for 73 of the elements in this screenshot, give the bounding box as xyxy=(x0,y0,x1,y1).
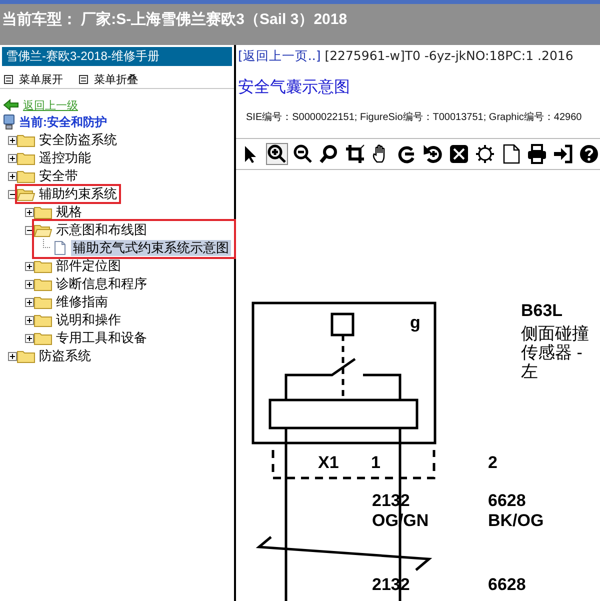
component-code: B63L xyxy=(521,301,563,320)
search-icon[interactable] xyxy=(318,143,340,165)
component-name: 左 xyxy=(521,362,538,381)
tree-item[interactable]: 维修指南 xyxy=(54,294,110,310)
expand-icon[interactable] xyxy=(8,172,17,180)
print-icon[interactable] xyxy=(526,143,548,165)
folder-icon xyxy=(34,205,52,219)
list-icon xyxy=(4,74,13,84)
pin-label: g xyxy=(410,313,420,332)
computer-icon xyxy=(3,114,15,130)
component-name: 传感器 - xyxy=(521,343,582,362)
tree-item[interactable]: 诊断信息和程序 xyxy=(54,276,149,292)
tree-item[interactable]: 说明和操作 xyxy=(54,312,123,328)
pin-number: 1 xyxy=(371,453,380,472)
tree-item[interactable]: 安全防盗系统 xyxy=(37,132,119,148)
expand-icon[interactable] xyxy=(25,316,34,324)
expand-icon[interactable] xyxy=(25,334,34,342)
wire-number: 6628 xyxy=(488,491,526,510)
folder-icon xyxy=(34,313,52,327)
zoom-in-icon[interactable] xyxy=(266,143,288,165)
folder-icon xyxy=(17,349,35,363)
zoom-out-icon[interactable] xyxy=(292,143,314,165)
menu-button[interactable]: 菜单展开 xyxy=(4,70,63,88)
help-icon[interactable] xyxy=(578,143,600,165)
expand-icon[interactable] xyxy=(8,136,17,144)
crop-icon[interactable] xyxy=(344,143,366,165)
expand-icon[interactable] xyxy=(25,208,34,216)
wire-color-code: BK/OG xyxy=(488,511,544,530)
folder-icon xyxy=(17,151,35,165)
rotate-left-icon[interactable] xyxy=(422,143,444,165)
pin-number: 2 xyxy=(488,453,498,472)
wire-number: 6628 xyxy=(488,575,526,594)
expand-icon[interactable] xyxy=(8,154,17,162)
expand-icon[interactable] xyxy=(25,280,34,288)
folder-icon xyxy=(34,259,52,273)
open-folder-icon xyxy=(17,187,35,201)
back-link[interactable]: 返回上一级 xyxy=(23,98,78,112)
menu-button[interactable]: 菜单折叠 xyxy=(79,70,138,88)
tree-item[interactable]: 示意图和布线图 xyxy=(54,222,149,238)
list-icon xyxy=(79,74,88,84)
folder-icon xyxy=(17,133,35,147)
expand-icon[interactable] xyxy=(25,298,34,306)
expand-icon[interactable] xyxy=(8,352,17,360)
folder-icon xyxy=(17,169,35,183)
tree-item[interactable]: 安全带 xyxy=(37,168,80,184)
document-meta: SIE编号：S0000022151; FigureSio编号：T00013751; Graphic编号：42960 xyxy=(245,110,583,124)
tree-item[interactable]: 专用工具和设备 xyxy=(54,330,149,346)
component-name: 侧面碰撞 xyxy=(521,324,589,343)
gear-icon[interactable] xyxy=(474,143,496,165)
tree-line xyxy=(43,239,51,248)
left-arrow-icon[interactable] xyxy=(3,99,19,111)
tree-item[interactable]: 遥控功能 xyxy=(37,150,93,166)
current-section-label: 当前:安全和防护 xyxy=(19,114,107,130)
manual-title-bar: 雪佛兰-赛欧3-2018-维修手册 xyxy=(2,47,232,66)
back-link[interactable]: [返回上一页..] xyxy=(238,48,321,63)
vehicle-model-label: 当前车型： 厂家:S-上海雪佛兰赛欧3（Sail 3）2018 xyxy=(2,10,348,29)
folder-icon xyxy=(34,295,52,309)
open-folder-icon xyxy=(34,223,52,237)
collapse-icon[interactable] xyxy=(25,226,34,234)
tree-item[interactable]: 规格 xyxy=(54,204,84,220)
folder-icon xyxy=(34,277,52,291)
tree-item[interactable]: 辅助约束系统 xyxy=(37,186,119,202)
tree-item[interactable]: 辅助充气式约束系统示意图 xyxy=(71,240,231,256)
expand-icon[interactable] xyxy=(25,262,34,270)
document-title: 安全气囊示意图 xyxy=(238,78,350,98)
tree-item[interactable]: 防盗系统 xyxy=(37,348,93,364)
fit-icon[interactable] xyxy=(448,143,470,165)
connector-label: X1 xyxy=(318,453,339,472)
export-icon[interactable] xyxy=(552,143,574,165)
collapse-icon[interactable] xyxy=(8,190,17,198)
tree-item[interactable]: 部件定位图 xyxy=(54,258,123,274)
folder-icon xyxy=(34,331,52,345)
document-reference: [返回上一页..] [2275961-w]T0 -6yz-jkNO:18PC:1 .2016 xyxy=(238,48,574,65)
